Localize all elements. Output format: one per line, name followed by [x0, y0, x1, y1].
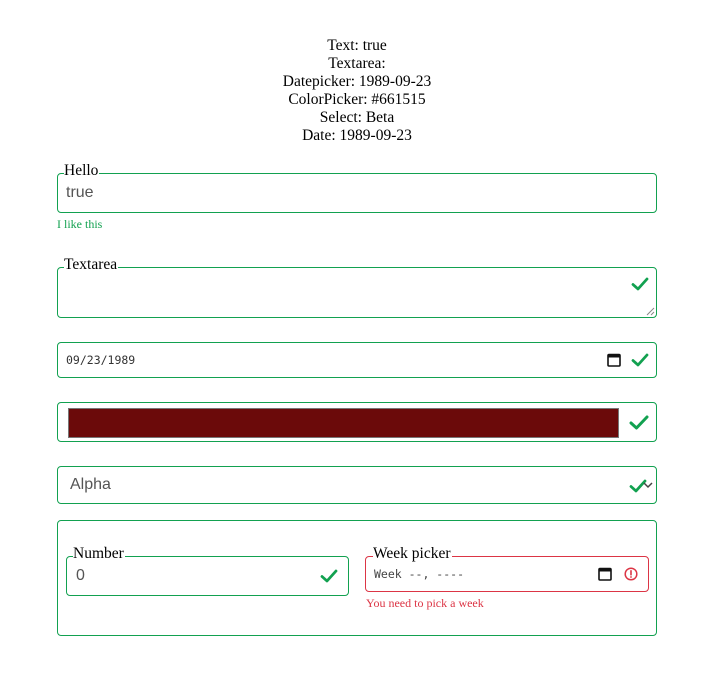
week-input-error: You need to pick a week: [366, 596, 484, 610]
text-input-label: Hello: [64, 162, 100, 179]
text-input[interactable]: true: [57, 173, 657, 213]
textarea-label: Textarea: [64, 256, 119, 273]
check-icon: [631, 277, 649, 291]
check-icon: [320, 569, 338, 583]
select-value: Alpha: [70, 476, 111, 493]
resize-handle[interactable]: [646, 307, 655, 316]
summary-date: Date: 1989-09-23: [302, 127, 412, 144]
form-values-summary: Text: true Textarea: Datepicker: 1989-09…: [0, 37, 714, 145]
color-input[interactable]: [57, 402, 657, 442]
color-swatch[interactable]: [68, 408, 619, 438]
summary-colorpicker: ColorPicker: #661515: [288, 91, 426, 108]
number-input-label: Number: [73, 545, 125, 562]
check-icon: [629, 415, 649, 430]
summary-datepicker: Datepicker: 1989-09-23: [282, 73, 432, 90]
check-icon: [631, 353, 649, 367]
text-input-value: true: [66, 184, 94, 201]
text-input-help: I like this: [57, 217, 103, 231]
summary-text: Text: true: [327, 37, 387, 54]
summary-textarea: Textarea:: [328, 55, 386, 72]
number-input-value: 0: [76, 567, 85, 584]
alert-circle-icon: [624, 567, 638, 581]
number-week-group: 0 Number Week --, ---- Week picker You n…: [57, 520, 657, 636]
week-input-label: Week picker: [373, 545, 452, 562]
chevron-down-icon[interactable]: [643, 482, 653, 489]
textarea-input[interactable]: [57, 267, 657, 318]
date-input-value: 09/23/1989: [66, 353, 136, 367]
date-input[interactable]: 09/23/1989: [57, 342, 657, 378]
calendar-icon[interactable]: [598, 566, 612, 581]
calendar-icon[interactable]: [607, 352, 621, 367]
number-input[interactable]: 0: [66, 556, 349, 596]
select-dropdown[interactable]: Alpha: [57, 466, 657, 504]
summary-select: Select: Beta: [319, 109, 395, 126]
week-input-placeholder: Week --, ----: [374, 567, 465, 581]
